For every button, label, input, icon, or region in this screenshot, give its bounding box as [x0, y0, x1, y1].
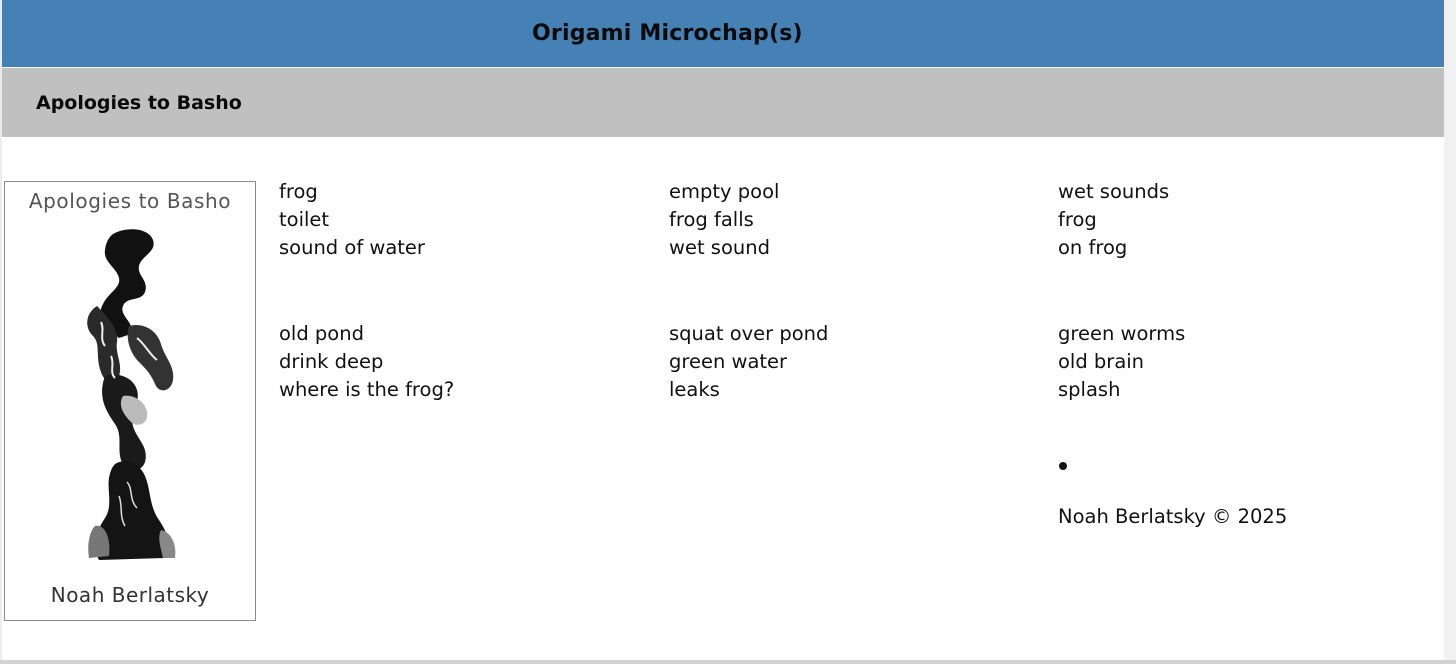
site-header-bar: Origami Microchap(s): [2, 0, 1444, 67]
ink-figure-illustration: [87, 229, 176, 560]
poem-line: splash: [1058, 378, 1121, 401]
copyright-notice: Noah Berlatsky © 2025: [1058, 505, 1288, 528]
poem-line: green worms: [1058, 322, 1186, 345]
section-header-bar: Apologies to Basho: [2, 68, 1444, 137]
poem-line: old pond: [279, 322, 364, 345]
poem-line: leaks: [669, 378, 720, 401]
page: Origami Microchap(s) Apologies to Basho …: [2, 0, 1444, 660]
poem-line: drink deep: [279, 350, 384, 373]
poem-line: frog: [279, 180, 318, 203]
poem-line: frog: [1058, 208, 1097, 231]
bullet-icon: [1059, 462, 1067, 470]
poem-line: green water: [669, 350, 788, 373]
poem-6: green worms old brain splash: [1058, 320, 1185, 404]
poem-5: squat over pond green water leaks: [669, 320, 828, 404]
section-title: Apologies to Basho: [36, 92, 242, 114]
cover-author: Noah Berlatsky: [50, 583, 210, 607]
poem-3: wet sounds frog on frog: [1058, 178, 1169, 262]
poem-line: on frog: [1058, 236, 1128, 259]
poem-1: frog toilet sound of water: [279, 178, 425, 262]
poem-4: old pond drink deep where is the frog?: [279, 320, 454, 404]
poem-line: squat over pond: [669, 322, 829, 345]
poem-line: where is the frog?: [279, 378, 455, 401]
window-edge: [1444, 0, 1456, 664]
bottom-divider: [0, 660, 1456, 664]
poem-line: sound of water: [279, 236, 425, 259]
site-title[interactable]: Origami Microchap(s): [532, 0, 803, 67]
poem-2: empty pool frog falls wet sound: [669, 178, 779, 262]
poem-line: frog falls: [669, 208, 754, 231]
cover-title: Apologies to Basho: [28, 189, 232, 213]
poem-line: wet sound: [669, 236, 770, 259]
poem-line: empty pool: [669, 180, 780, 203]
poem-line: old brain: [1058, 350, 1145, 373]
poem-line: toilet: [279, 208, 330, 231]
poem-line: wet sounds: [1058, 180, 1170, 203]
book-cover-image: Apologies to Basho Noah Berlatsky: [4, 181, 256, 621]
